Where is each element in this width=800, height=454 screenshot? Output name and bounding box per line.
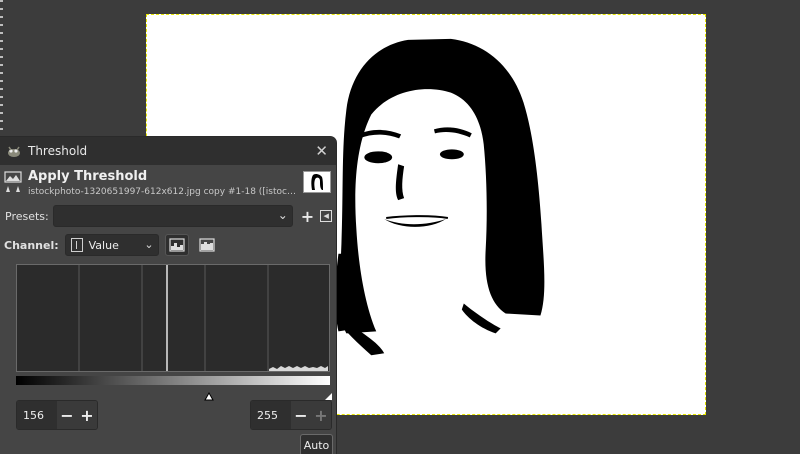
channel-label: Channel: xyxy=(4,238,59,252)
presets-dropdown[interactable]: ⌄ xyxy=(52,205,293,227)
presets-label: Presets: xyxy=(5,209,49,223)
image-thumbnail xyxy=(303,171,331,193)
dialog-titlebar[interactable]: Threshold ✕ xyxy=(0,137,336,165)
low-threshold-handle[interactable] xyxy=(204,386,214,401)
chevron-down-icon: ⌄ xyxy=(144,238,154,251)
value-gradient-bar xyxy=(16,376,330,385)
histogram[interactable] xyxy=(16,264,330,372)
decrement-button[interactable]: − xyxy=(291,401,311,429)
increment-button[interactable]: + xyxy=(77,401,97,429)
close-icon[interactable]: ✕ xyxy=(315,142,328,160)
operation-title: Apply Threshold xyxy=(28,169,148,184)
high-threshold-handle[interactable] xyxy=(323,386,333,400)
linear-histogram-icon[interactable] xyxy=(164,234,189,256)
chevron-down-icon: ⌄ xyxy=(277,208,288,222)
window-title: Threshold xyxy=(28,144,88,158)
vertical-ruler xyxy=(0,0,7,140)
gimp-wilber-icon xyxy=(6,144,22,158)
operation-subtitle: istockphoto-1320651997-612x612.jpg copy … xyxy=(28,187,298,197)
auto-button[interactable]: Auto xyxy=(300,434,333,454)
threshold-dialog: Threshold ✕ Apply Threshold istockphoto-… xyxy=(0,137,336,454)
threshold-icon xyxy=(4,170,22,194)
presets-row: Presets: ⌄ + ◀ xyxy=(0,205,333,227)
log-histogram-icon[interactable] xyxy=(195,234,219,256)
channel-value-icon xyxy=(70,238,83,252)
low-threshold-spinner[interactable]: 156 − + xyxy=(16,400,98,430)
high-threshold-spinner[interactable]: 255 − + xyxy=(250,400,332,430)
high-threshold-input[interactable]: 255 xyxy=(251,401,291,429)
decrement-button[interactable]: − xyxy=(57,401,77,429)
channel-dropdown[interactable]: Value ⌄ xyxy=(64,234,159,256)
low-threshold-input[interactable]: 156 xyxy=(17,401,57,429)
plus-icon[interactable]: + xyxy=(301,207,314,226)
menu-icon[interactable]: ◀ xyxy=(320,210,333,222)
increment-button[interactable]: + xyxy=(311,401,331,429)
channel-value: Value xyxy=(88,238,119,252)
operation-header: Apply Threshold istockphoto-1320651997-6… xyxy=(0,169,336,201)
channel-row: Channel: Value ⌄ xyxy=(0,234,219,256)
